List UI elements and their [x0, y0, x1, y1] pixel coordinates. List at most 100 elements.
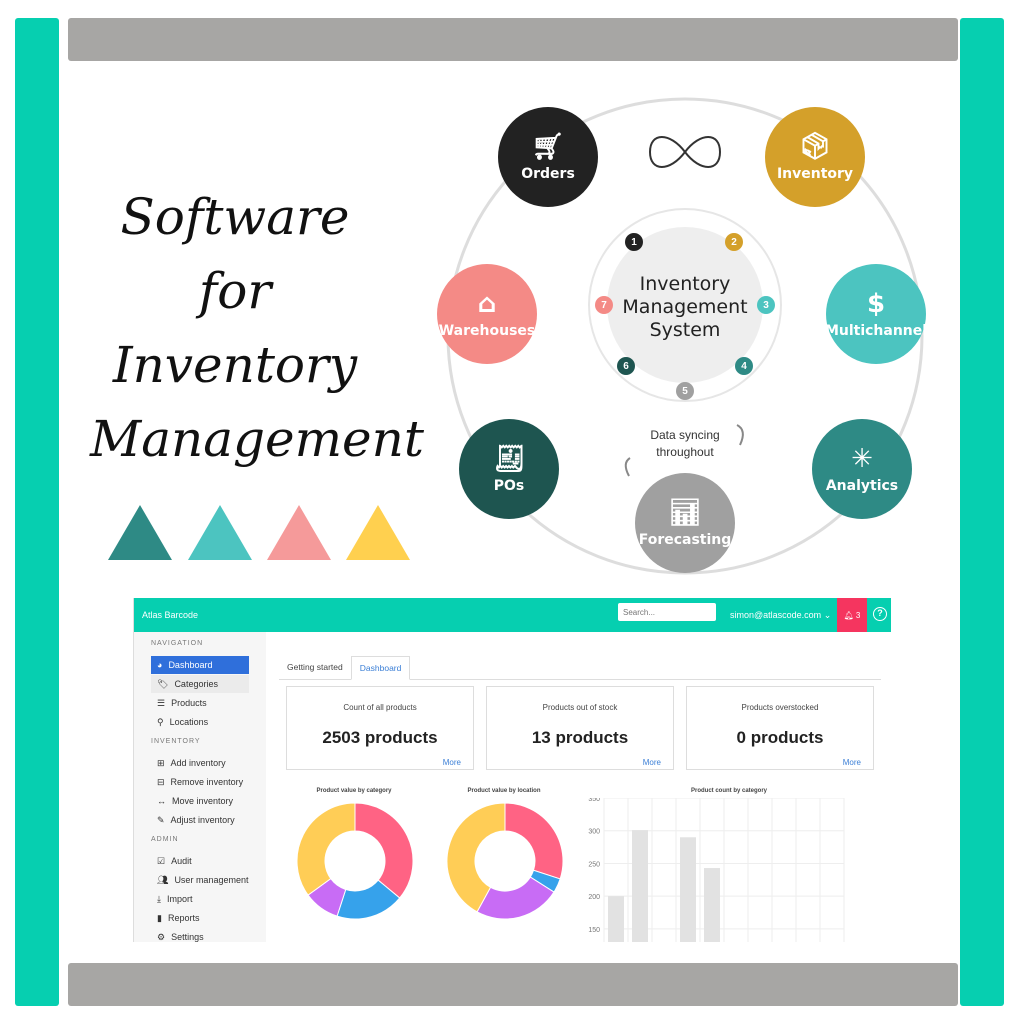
app-header: Atlas Barcode simon@atlascode.com ⌄ 🔔︎3 … [134, 598, 891, 632]
chart-title: Product value by category [316, 788, 392, 794]
app-title[interactable]: Atlas Barcode [142, 610, 198, 620]
sidebar-item-add-inventory[interactable]: ⊞ Add inventory [151, 754, 249, 772]
node-multichannel: $ Multichannel [825, 264, 927, 364]
sidebar-item-products[interactable]: ☰ Products [151, 694, 249, 712]
donut-slice[interactable] [354, 802, 414, 899]
user-management-icon: 👥︎ [157, 874, 169, 885]
triangle-teal [108, 505, 172, 560]
y-tick-label: 350 [588, 798, 600, 803]
sidebar-item-label: Products [171, 698, 207, 708]
sidebar-item-user-management[interactable]: 👥︎ User management [151, 871, 249, 889]
headline: Software for Inventory Management [90, 180, 424, 476]
more-link[interactable]: More [643, 758, 661, 767]
user-menu[interactable]: simon@atlascode.com ⌄ [730, 610, 831, 621]
bar-chart-icon: 📊︎ [668, 498, 702, 528]
remove-inventory-icon: ⊟ [157, 776, 165, 787]
card-label: Products overstocked [741, 703, 819, 712]
tabs: Getting started Dashboard [279, 656, 881, 680]
y-tick-label: 250 [588, 861, 600, 868]
stat-card: Products out of stock 13 products More [486, 686, 674, 770]
node-label: Orders [521, 166, 575, 182]
diagram-center-label: Inventory Management System [600, 273, 770, 342]
more-link[interactable]: More [843, 758, 861, 767]
receipt-icon: 🧾︎ [492, 444, 526, 474]
y-tick-label: 150 [588, 927, 600, 934]
sync-loop-icon [648, 136, 722, 168]
audit-icon: ☑ [157, 855, 166, 866]
dashboard-screenshot: Atlas Barcode simon@atlascode.com ⌄ 🔔︎3 … [133, 598, 891, 942]
notifications-button[interactable]: 🔔︎ 3 [837, 598, 867, 632]
triangle-pink [267, 505, 331, 560]
center-label-line: Management [622, 296, 748, 318]
donut-slice[interactable] [504, 802, 564, 880]
notification-count: 3 [855, 610, 861, 620]
sidebar-item-import[interactable]: ⤓ Import [151, 890, 249, 908]
chart-title: Product value by location [467, 788, 541, 794]
sidebar-item-label: Add inventory [170, 758, 226, 768]
node-forecasting: 📊︎ Forecasting [635, 473, 735, 573]
headline-line: for [198, 262, 272, 320]
sidebar-item-audit[interactable]: ☑ Audit [151, 852, 249, 870]
donut-category [296, 802, 414, 920]
import-icon: ⤓ [157, 893, 161, 904]
sidebar-item-settings[interactable]: ⚙ Settings [151, 928, 249, 943]
section-label: NAVIGATION [151, 640, 204, 647]
node-label: Forecasting [638, 532, 732, 548]
network-icon: ✳︎ [851, 444, 873, 474]
sidebar-item-reports[interactable]: ▮ Reports [151, 909, 249, 927]
tab-getting-started[interactable]: Getting started [279, 656, 351, 679]
sidebar-item-categories[interactable]: 🏷︎ Categories [151, 675, 249, 693]
card-label: Products out of stock [542, 703, 618, 712]
sidebar-item-locations[interactable]: ⚲ Locations [151, 713, 249, 731]
move-inventory-icon: ↔ [157, 796, 166, 806]
sidebar-item-label: Adjust inventory [170, 815, 235, 825]
headline-line: Software [120, 188, 350, 246]
step-number: 2 [725, 233, 743, 251]
sidebar-item-remove-inventory[interactable]: ⊟ Remove inventory [151, 773, 249, 791]
node-label: Inventory [776, 166, 854, 182]
triangles [108, 505, 410, 560]
bar[interactable] [608, 896, 624, 942]
more-link[interactable]: More [443, 758, 461, 767]
sync-label-line: throughout [656, 445, 714, 459]
frame-right-bar [960, 18, 1004, 1006]
help-icon[interactable]: ? [873, 607, 887, 621]
sync-label: Data syncing throughout [625, 427, 745, 461]
y-tick-label: 300 [588, 829, 600, 836]
bar[interactable] [680, 837, 696, 942]
dashboard-icon: ◕ [157, 660, 163, 670]
sidebar-item-adjust-inventory[interactable]: ✎ Adjust inventory [151, 811, 249, 829]
y-tick-label: 200 [588, 894, 600, 901]
sidebar-item-label: Locations [169, 717, 209, 727]
sync-label-line: Data syncing [650, 428, 720, 442]
node-warehouses: ⌂ Warehouses [437, 264, 537, 364]
node-inventory: 📦︎ Inventory [765, 107, 865, 207]
card-label: Count of all products [343, 703, 417, 712]
card-value: 13 products [531, 728, 629, 747]
sidebar-item-label: Audit [171, 856, 192, 866]
products-icon: ☰ [157, 697, 166, 708]
card-value: 2503 products [322, 728, 438, 747]
node-pos: 🧾︎ POs [459, 419, 559, 519]
stat-card: Products overstocked 0 products More [686, 686, 874, 770]
section-label: INVENTORY [151, 738, 201, 745]
sidebar-item-label: Import [166, 894, 193, 904]
stat-card: Count of all products 2503 products More [286, 686, 474, 770]
sidebar-item-move-inventory[interactable]: ↔ Move inventory [151, 792, 249, 810]
frame-top-bar [68, 18, 958, 61]
bar[interactable] [632, 830, 648, 942]
money-bag-icon: $ [866, 289, 886, 319]
add-inventory-icon: ⊞ [157, 757, 165, 768]
tab-dashboard[interactable]: Dashboard [350, 656, 411, 680]
donut-slice[interactable] [296, 802, 356, 896]
sidebar-item-dashboard[interactable]: ◕ Dashboard [151, 656, 249, 674]
sidebar-item-label: Dashboard [168, 660, 213, 670]
node-label: Warehouses [438, 323, 536, 339]
bar[interactable] [704, 868, 720, 942]
step-number: 7 [595, 296, 613, 314]
categories-icon: 🏷︎ [157, 678, 169, 689]
chevron-down-icon: ⌄ [823, 610, 832, 620]
chart-title: Product count by category [690, 788, 767, 794]
search-input[interactable] [618, 603, 716, 621]
triangle-yellow [346, 505, 410, 560]
